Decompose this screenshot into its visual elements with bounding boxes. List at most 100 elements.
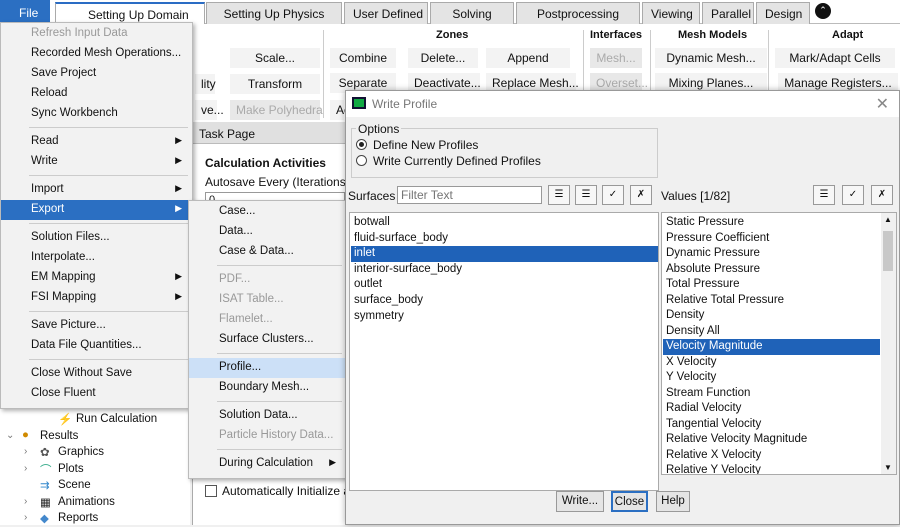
menu-item-read[interactable]: Read ▶: [1, 132, 192, 152]
deselect-all-values-icon[interactable]: ✗: [871, 185, 893, 205]
auto-initialize-checkbox[interactable]: [205, 485, 217, 497]
tab-parallel[interactable]: Parallel: [702, 2, 754, 24]
values-scrollbar[interactable]: ▲ ▼: [881, 213, 896, 474]
value-list-item[interactable]: Tangential Velocity: [666, 417, 880, 433]
value-list-item[interactable]: Radial Velocity: [666, 401, 880, 417]
menu-item-data-file-quantities[interactable]: Data File Quantities...: [1, 336, 192, 356]
combine-button[interactable]: Combine: [330, 48, 396, 68]
menu-item-fsi-mapping[interactable]: FSI Mapping ▶: [1, 288, 192, 308]
deselect-all-surfaces-icon[interactable]: ✗: [630, 185, 652, 205]
tree-item-animations[interactable]: › ▦ Animations: [0, 495, 190, 511]
option-radio-define-new-profiles[interactable]: [356, 139, 367, 150]
select-all-values-icon[interactable]: ✓: [842, 185, 864, 205]
value-list-item[interactable]: Total Pressure: [666, 277, 880, 293]
close-icon[interactable]: ✕: [876, 94, 889, 114]
option-radio-write-currently-defined-profiles[interactable]: [356, 155, 367, 166]
values-list-icon[interactable]: ☰: [813, 185, 835, 205]
surface-list-item[interactable]: interior-surface_body: [354, 262, 658, 278]
chevron-right-icon[interactable]: ›: [24, 446, 27, 457]
menu-item-solution-data[interactable]: Solution Data...: [189, 406, 346, 426]
filter-options-icon[interactable]: ☰: [548, 185, 570, 205]
tree-item-results[interactable]: ⌄ ● Results: [0, 429, 190, 445]
tab-setting-up-domain[interactable]: Setting Up Domain: [55, 2, 205, 24]
menu-item-surface-clusters[interactable]: Surface Clusters...: [189, 330, 346, 350]
tab-file[interactable]: File: [0, 0, 50, 24]
value-list-item[interactable]: Relative Y Velocity: [666, 463, 880, 474]
tab-setting-up-physics[interactable]: Setting Up Physics: [206, 2, 342, 24]
value-list-item[interactable]: Relative X Velocity: [666, 448, 880, 464]
value-list-item[interactable]: Density: [666, 308, 880, 324]
tab-postprocessing[interactable]: Postprocessing: [516, 2, 640, 24]
value-list-item[interactable]: Dynamic Pressure: [666, 246, 880, 262]
menu-item-case[interactable]: Case...: [189, 202, 346, 222]
surface-list-item[interactable]: symmetry: [354, 309, 658, 325]
scrollbar-thumb[interactable]: [883, 231, 893, 271]
value-list-item[interactable]: Relative Velocity Magnitude: [666, 432, 880, 448]
tree-item-label: Results: [40, 429, 79, 442]
menu-item-close-without-save[interactable]: Close Without Save: [1, 364, 192, 384]
tree-item-scene[interactable]: ⇉ Scene: [0, 478, 190, 494]
surfaces-filter-input[interactable]: [397, 186, 542, 204]
menu-item-close-fluent[interactable]: Close Fluent: [1, 384, 192, 404]
mark-adapt-cells-button[interactable]: Mark/Adapt Cells: [775, 48, 895, 68]
select-all-surfaces-icon[interactable]: ✓: [602, 185, 624, 205]
menu-item-reload[interactable]: Reload: [1, 84, 192, 104]
chevron-right-icon[interactable]: ›: [24, 512, 27, 523]
surface-list-item[interactable]: inlet: [351, 246, 658, 263]
tree-item-plots[interactable]: › ⌒ Plots: [0, 462, 190, 478]
close-button[interactable]: Close: [611, 491, 648, 512]
value-list-item[interactable]: Static Pressure: [666, 215, 880, 231]
tree-item-graphics[interactable]: › ✿ Graphics: [0, 445, 190, 461]
value-list-item[interactable]: X Velocity: [666, 355, 880, 371]
menu-item-during-calculation[interactable]: During Calculation ▶: [189, 454, 346, 474]
menu-item-save-project[interactable]: Save Project: [1, 64, 192, 84]
menu-item-em-mapping[interactable]: EM Mapping ▶: [1, 268, 192, 288]
ve-button[interactable]: ve...: [195, 100, 224, 120]
menu-item-solution-files[interactable]: Solution Files...: [1, 228, 192, 248]
menu-item-data[interactable]: Data...: [189, 222, 346, 242]
menu-item-write[interactable]: Write ▶: [1, 152, 192, 172]
menu-item-interpolate[interactable]: Interpolate...: [1, 248, 192, 268]
surface-list-item[interactable]: botwall: [354, 215, 658, 231]
ac-button[interactable]: Ac: [330, 100, 350, 120]
append-button[interactable]: Append: [486, 48, 570, 68]
autosave-label: Autosave Every (Iterations): [205, 175, 350, 189]
chevron-right-icon[interactable]: ›: [24, 463, 27, 474]
sort-list-icon[interactable]: ☰: [575, 185, 597, 205]
help-button[interactable]: Help: [656, 491, 690, 512]
write-button[interactable]: Write...: [556, 491, 604, 512]
collapse-ribbon-icon[interactable]: ⌃: [815, 3, 831, 19]
scale-button[interactable]: Scale...: [230, 48, 320, 68]
surface-list-item[interactable]: outlet: [354, 277, 658, 293]
value-list-item[interactable]: Y Velocity: [666, 370, 880, 386]
menu-item-case-data[interactable]: Case & Data...: [189, 242, 346, 262]
menu-item-sync-workbench[interactable]: Sync Workbench: [1, 104, 192, 124]
menu-item-boundary-mesh[interactable]: Boundary Mesh...: [189, 378, 346, 398]
delete-button[interactable]: Delete...: [408, 48, 478, 68]
menu-item-export[interactable]: Export ▶: [1, 200, 192, 220]
lity-button[interactable]: lity: [195, 74, 216, 94]
value-list-item[interactable]: Absolute Pressure: [666, 262, 880, 278]
value-list-item[interactable]: Stream Function: [666, 386, 880, 402]
value-list-item[interactable]: Pressure Coefficient: [666, 231, 880, 247]
chevron-right-icon[interactable]: ›: [24, 496, 27, 507]
value-list-item[interactable]: Relative Total Pressure: [666, 293, 880, 309]
menu-item-profile[interactable]: Profile...: [189, 358, 346, 378]
scroll-down-icon[interactable]: ▼: [884, 463, 892, 472]
tree-item-run-calculation[interactable]: ⚡ Run Calculation: [0, 412, 190, 428]
menu-item-import[interactable]: Import ▶: [1, 180, 192, 200]
tab-viewing[interactable]: Viewing: [642, 2, 700, 24]
value-list-item[interactable]: Density All: [666, 324, 880, 340]
surface-list-item[interactable]: fluid-surface_body: [354, 231, 658, 247]
menu-item-save-picture[interactable]: Save Picture...: [1, 316, 192, 336]
tab-user-defined[interactable]: User Defined: [344, 2, 428, 24]
value-list-item[interactable]: Velocity Magnitude: [663, 339, 880, 355]
transform-button[interactable]: Transform: [230, 74, 320, 94]
chevron-down-icon[interactable]: ⌄: [6, 430, 14, 441]
surface-list-item[interactable]: surface_body: [354, 293, 658, 309]
scroll-up-icon[interactable]: ▲: [884, 215, 892, 224]
dynamic-mesh-button[interactable]: Dynamic Mesh...: [655, 48, 767, 68]
menu-item-recorded-mesh-operations[interactable]: Recorded Mesh Operations...: [1, 44, 192, 64]
tab-solving[interactable]: Solving: [430, 2, 514, 24]
tab-design[interactable]: Design: [756, 2, 810, 24]
